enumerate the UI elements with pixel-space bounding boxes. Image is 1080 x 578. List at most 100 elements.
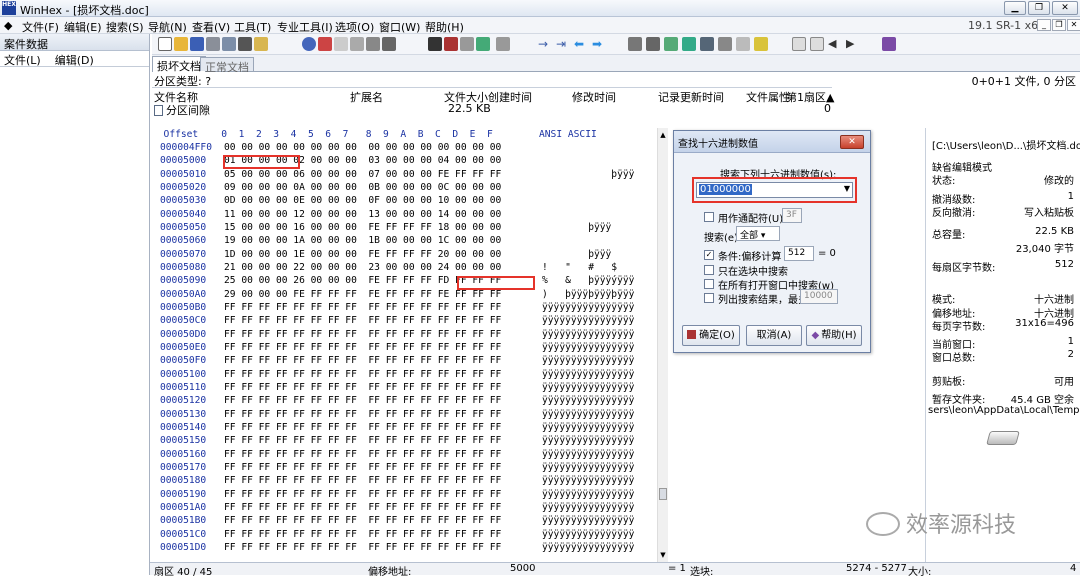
hex-row-ascii[interactable]: ! " # $: [542, 262, 617, 273]
edit-icon[interactable]: [238, 37, 252, 51]
close-icon[interactable]: ✕: [1052, 1, 1078, 15]
hex-row-bytes[interactable]: FF FF FF FF FF FF FF FF FF FF FF FF FF F…: [224, 329, 542, 341]
copy-icon[interactable]: [334, 37, 348, 51]
new-file-icon[interactable]: [158, 37, 172, 51]
menu-options[interactable]: 选项(O): [335, 19, 374, 35]
hex-row-ascii[interactable]: ÿÿÿÿÿÿÿÿÿÿÿÿÿÿÿÿ: [542, 462, 634, 473]
child-minimize-icon[interactable]: _: [1037, 19, 1051, 31]
gem-icon[interactable]: [882, 37, 896, 51]
scroll-thumb[interactable]: [659, 488, 667, 500]
hex-row-bytes[interactable]: 05 00 00 00 06 00 00 00 07 00 00 00 FE F…: [224, 169, 542, 181]
hex-row[interactable]: 00005110 FF FF FF FF FF FF FF FF FF FF FF…: [152, 382, 634, 394]
hex-row-bytes[interactable]: FF FF FF FF FF FF FF FF FF FF FF FF FF F…: [224, 422, 542, 434]
hex-row-bytes[interactable]: FF FF FF FF FF FF FF FF FF FF FF FF FF F…: [224, 302, 542, 314]
hex-row-ascii[interactable]: ÿÿÿÿÿÿÿÿÿÿÿÿÿÿÿÿ: [542, 435, 634, 446]
hex-row-bytes[interactable]: FF FF FF FF FF FF FF FF FF FF FF FF FF F…: [224, 502, 542, 514]
wildcard-checkbox[interactable]: [704, 212, 714, 222]
hex-row[interactable]: 00005040 11 00 00 00 12 00 00 00 13 00 00…: [152, 209, 542, 221]
menu-edit[interactable]: 编辑(E): [64, 19, 102, 35]
template-icon[interactable]: [754, 37, 768, 51]
cancel-button[interactable]: 取消(A): [746, 325, 802, 346]
dialog-close-icon[interactable]: ✕: [840, 135, 864, 149]
ram-icon[interactable]: [664, 37, 678, 51]
hex-row[interactable]: 00005060 19 00 00 00 1A 00 00 00 1B 00 00…: [152, 235, 542, 247]
hex-row-ascii[interactable]: ÿÿÿÿÿÿÿÿÿÿÿÿÿÿÿÿ: [542, 355, 634, 366]
hex-row-ascii[interactable]: þÿÿÿ: [542, 249, 611, 260]
hex-row[interactable]: 000051C0 FF FF FF FF FF FF FF FF FF FF FF…: [152, 529, 634, 541]
search-direction-select[interactable]: 全部 ▾: [736, 226, 780, 241]
scroll-up-icon[interactable]: ▲: [658, 130, 668, 140]
menu-help[interactable]: 帮助(H): [425, 19, 464, 35]
hex-row[interactable]: 000050E0 FF FF FF FF FF FF FF FF FF FF FF…: [152, 342, 634, 354]
menu-navigate[interactable]: 导航(N): [148, 19, 187, 35]
col-modified[interactable]: 修改时间: [572, 89, 616, 105]
paste-write-icon[interactable]: [366, 37, 380, 51]
disk-tools-icon[interactable]: [628, 37, 642, 51]
properties-icon[interactable]: [222, 37, 236, 51]
hex-editor[interactable]: Offset 0 1 2 3 4 5 6 7 8 9 A B C D E F A…: [152, 128, 657, 562]
hex-row-bytes[interactable]: FF FF FF FF FF FF FF FF FF FF FF FF FF F…: [224, 355, 542, 367]
case-menu-edit[interactable]: 编辑(D): [55, 52, 94, 67]
hex-row-ascii[interactable]: þÿÿÿ: [542, 169, 634, 180]
hex-row-ascii[interactable]: ÿÿÿÿÿÿÿÿÿÿÿÿÿÿÿÿ: [542, 529, 634, 540]
forward-icon[interactable]: ➡: [592, 37, 606, 51]
hex-row-bytes[interactable]: FF FF FF FF FF FF FF FF FF FF FF FF FF F…: [224, 515, 542, 527]
menu-view[interactable]: 查看(V): [192, 19, 230, 35]
save-icon[interactable]: [190, 37, 204, 51]
hex-row[interactable]: 00005150 FF FF FF FF FF FF FF FF FF FF FF…: [152, 435, 634, 447]
hex-row-ascii[interactable]: ÿÿÿÿÿÿÿÿÿÿÿÿÿÿÿÿ: [542, 422, 634, 433]
toggle-icon[interactable]: [736, 37, 750, 51]
hex-row[interactable]: 00005180 FF FF FF FF FF FF FF FF FF FF FF…: [152, 475, 634, 487]
hex-row-ascii[interactable]: ÿÿÿÿÿÿÿÿÿÿÿÿÿÿÿÿ: [542, 342, 634, 353]
hex-row[interactable]: 000050A0 29 00 00 00 FE FF FF FF FE FF FF…: [152, 289, 634, 301]
hex-row[interactable]: 00005070 1D 00 00 00 1E 00 00 00 FE FF FF…: [152, 249, 611, 261]
cut-icon[interactable]: [318, 37, 332, 51]
hex-row-ascii[interactable]: ÿÿÿÿÿÿÿÿÿÿÿÿÿÿÿÿ: [542, 502, 634, 513]
minimize-icon[interactable]: ▁: [1004, 1, 1026, 15]
hex-row[interactable]: 000004FF0 00 00 00 00 00 00 00 00 00 00 0…: [152, 142, 542, 154]
hex-row-bytes[interactable]: FF FF FF FF FF FF FF FF FF FF FF FF FF F…: [224, 449, 542, 461]
file-row-name[interactable]: 分区间隙: [154, 102, 210, 118]
undo-icon[interactable]: [302, 37, 316, 51]
paste-icon[interactable]: [350, 37, 364, 51]
hex-row[interactable]: 00005170 FF FF FF FF FF FF FF FF FF FF FF…: [152, 462, 634, 474]
hex-row[interactable]: 00005030 0D 00 00 00 0E 00 00 00 0F 00 00…: [152, 195, 542, 207]
hex-row-bytes[interactable]: 21 00 00 00 22 00 00 00 23 00 00 00 24 0…: [224, 262, 542, 274]
list-max-field[interactable]: 10000: [800, 289, 838, 304]
clone-icon[interactable]: [646, 37, 660, 51]
hex-row-ascii[interactable]: þÿÿÿ: [542, 222, 611, 233]
hex-row-bytes[interactable]: FF FF FF FF FF FF FF FF FF FF FF FF FF F…: [224, 342, 542, 354]
hex-row-bytes[interactable]: FF FF FF FF FF FF FF FF FF FF FF FF FF F…: [224, 475, 542, 487]
hex-row-bytes[interactable]: FF FF FF FF FF FF FF FF FF FF FF FF FF F…: [224, 369, 542, 381]
tab-damaged-doc[interactable]: 损坏文档: [152, 56, 206, 73]
hex-row-ascii[interactable]: ÿÿÿÿÿÿÿÿÿÿÿÿÿÿÿÿ: [542, 382, 634, 393]
find-again-icon[interactable]: [496, 37, 510, 51]
hex-row-bytes[interactable]: FF FF FF FF FF FF FF FF FF FF FF FF FF F…: [224, 382, 542, 394]
case-menu-file[interactable]: 文件(L): [4, 52, 41, 67]
hex-row-bytes[interactable]: FF FF FF FF FF FF FF FF FF FF FF FF FF F…: [224, 395, 542, 407]
menu-search[interactable]: 搜索(S): [106, 19, 144, 35]
hex-row-bytes[interactable]: 09 00 00 00 0A 00 00 00 0B 00 00 00 0C 0…: [224, 182, 542, 194]
hex-row[interactable]: 000050C0 FF FF FF FF FF FF FF FF FF FF FF…: [152, 315, 634, 327]
hex-row-ascii[interactable]: ÿÿÿÿÿÿÿÿÿÿÿÿÿÿÿÿ: [542, 369, 634, 380]
hex-row[interactable]: 000051A0 FF FF FF FF FF FF FF FF FF FF FF…: [152, 502, 634, 514]
hex-row-bytes[interactable]: 1D 00 00 00 1E 00 00 00 FE FF FF FF 20 0…: [224, 249, 542, 261]
hex-row[interactable]: 00005130 FF FF FF FF FF FF FF FF FF FF FF…: [152, 409, 634, 421]
hex-row-bytes[interactable]: FF FF FF FF FF FF FF FF FF FF FF FF FF F…: [224, 409, 542, 421]
replace-hex-icon[interactable]: [476, 37, 490, 51]
analyze-icon[interactable]: [700, 37, 714, 51]
scroll-down-icon[interactable]: ▼: [658, 550, 668, 560]
hex-row[interactable]: 00005020 09 00 00 00 0A 00 00 00 0B 00 00…: [152, 182, 542, 194]
hex-row[interactable]: 00005160 FF FF FF FF FF FF FF FF FF FF FF…: [152, 449, 634, 461]
hex-row-bytes[interactable]: FF FF FF FF FF FF FF FF FF FF FF FF FF F…: [224, 489, 542, 501]
ok-button[interactable]: 确定(O): [682, 325, 740, 346]
hex-row-ascii[interactable]: ÿÿÿÿÿÿÿÿÿÿÿÿÿÿÿÿ: [542, 329, 634, 340]
open-folder-icon[interactable]: [174, 37, 188, 51]
hex-row-bytes[interactable]: FF FF FF FF FF FF FF FF FF FF FF FF FF F…: [224, 462, 542, 474]
child-close-icon[interactable]: ✕: [1067, 19, 1080, 31]
prev-icon[interactable]: ◀: [828, 37, 842, 51]
col-created[interactable]: 创建时间: [488, 89, 532, 105]
hex-row-ascii[interactable]: ÿÿÿÿÿÿÿÿÿÿÿÿÿÿÿÿ: [542, 302, 634, 313]
condition-checkbox[interactable]: ✓: [704, 250, 714, 260]
find-text-icon[interactable]: [428, 37, 442, 51]
